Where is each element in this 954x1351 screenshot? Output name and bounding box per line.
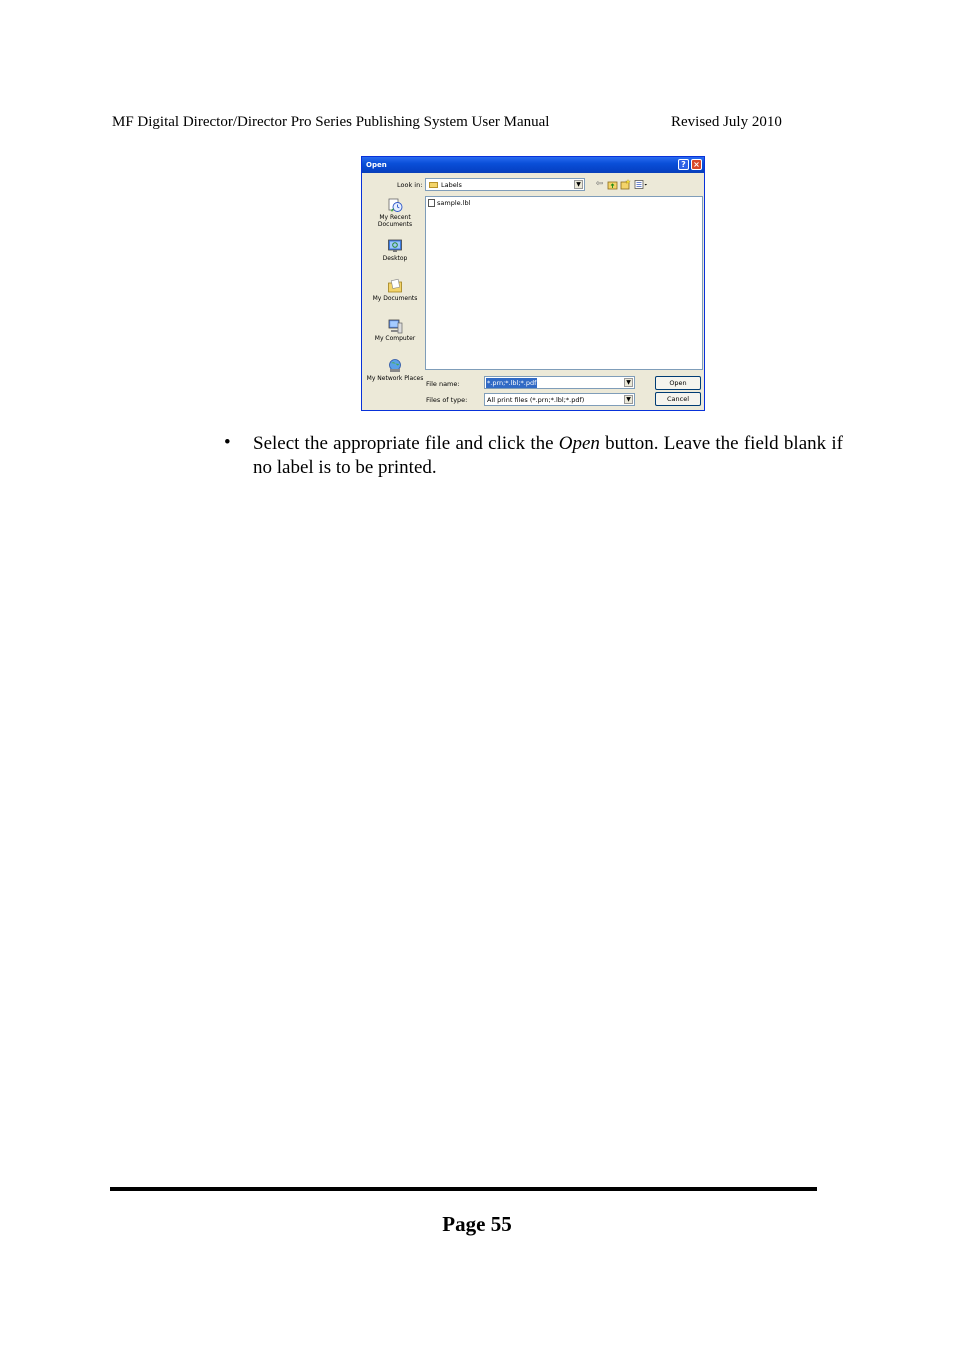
place-my-computer[interactable]: My Computer bbox=[366, 318, 424, 342]
help-button[interactable]: ? bbox=[678, 159, 689, 170]
open-emphasis: Open bbox=[558, 433, 600, 454]
chevron-down-icon[interactable]: ▼ bbox=[624, 395, 633, 404]
place-label: My Computer bbox=[374, 335, 416, 342]
chevron-down-icon[interactable]: ▼ bbox=[574, 180, 583, 189]
place-label: My Network Places bbox=[366, 375, 424, 382]
place-desktop[interactable]: Desktop bbox=[366, 238, 424, 262]
recent-documents-icon bbox=[388, 198, 403, 212]
file-name: sample.lbl bbox=[437, 199, 471, 207]
place-label: My Recent Documents bbox=[377, 214, 413, 228]
open-dialog: Open ? × Look in: Labels ▼ ⇦ My Recent D… bbox=[361, 156, 705, 411]
file-type-label: Files of type: bbox=[426, 396, 468, 404]
close-button[interactable]: × bbox=[691, 159, 702, 170]
place-label: Desktop bbox=[382, 255, 408, 262]
close-icon: × bbox=[693, 160, 700, 169]
my-computer-icon bbox=[388, 319, 403, 334]
file-name-input[interactable]: *.prn;*.lbl;*.pdf ▼ bbox=[484, 376, 635, 389]
file-type-combo[interactable]: All print files (*.prn;*.lbl;*.pdf) ▼ bbox=[484, 393, 635, 406]
file-name-value: *.prn;*.lbl;*.pdf bbox=[486, 378, 538, 388]
place-recent-documents[interactable]: My Recent Documents bbox=[366, 197, 424, 228]
view-menu-icon[interactable] bbox=[634, 179, 648, 190]
file-icon bbox=[428, 199, 435, 207]
cancel-button[interactable]: Cancel bbox=[655, 392, 701, 406]
folder-icon bbox=[429, 182, 438, 188]
look-in-value: Labels bbox=[441, 181, 462, 189]
list-item[interactable]: sample.lbl bbox=[428, 199, 470, 207]
dialog-title: Open bbox=[366, 161, 387, 169]
header-title: MF Digital Director/Director Pro Series … bbox=[112, 114, 550, 130]
header-revision: Revised July 2010 bbox=[671, 114, 782, 130]
place-label: My Documents bbox=[372, 295, 418, 302]
new-folder-icon[interactable] bbox=[620, 179, 631, 190]
file-name-label: File name: bbox=[426, 380, 460, 388]
footer-rule bbox=[110, 1187, 817, 1191]
file-type-value: All print files (*.prn;*.lbl;*.pdf) bbox=[487, 396, 585, 404]
up-folder-icon[interactable] bbox=[607, 179, 618, 190]
open-button[interactable]: Open bbox=[655, 376, 701, 390]
instruction-paragraph: Select the appropriate file and click th… bbox=[253, 432, 843, 480]
look-in-combo[interactable]: Labels ▼ bbox=[425, 178, 585, 191]
network-places-icon bbox=[389, 359, 401, 372]
look-in-label: Look in: bbox=[397, 181, 423, 189]
place-network-places[interactable]: My Network Places bbox=[366, 358, 424, 382]
bullet-marker: • bbox=[224, 432, 231, 453]
text-before: Select the appropriate file and click th… bbox=[253, 433, 559, 454]
my-documents-icon bbox=[388, 278, 402, 293]
place-my-documents[interactable]: My Documents bbox=[366, 278, 424, 302]
dialog-titlebar: Open ? × bbox=[362, 157, 704, 173]
chevron-down-icon[interactable]: ▼ bbox=[624, 378, 633, 387]
back-arrow-icon[interactable]: ⇦ bbox=[594, 179, 605, 190]
file-list[interactable]: sample.lbl bbox=[425, 196, 703, 370]
desktop-icon bbox=[388, 239, 402, 252]
page-number: Page 55 bbox=[442, 1212, 512, 1236]
